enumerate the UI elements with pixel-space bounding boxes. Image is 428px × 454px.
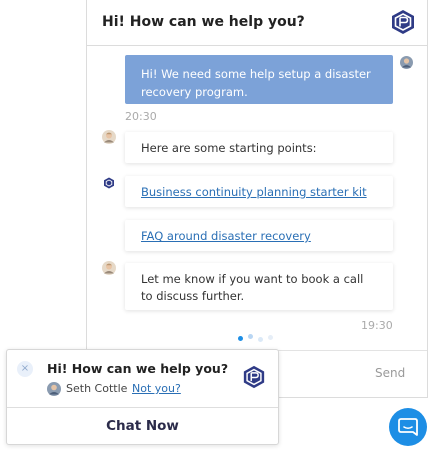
hexagon-logo-icon bbox=[392, 10, 414, 34]
chat-header: Hi! How can we help you? bbox=[87, 0, 427, 46]
teaser-title: Hi! How can we help you? bbox=[47, 361, 229, 376]
bot-message-text: Here are some starting points: bbox=[141, 141, 317, 155]
chat-title: Hi! How can we help you? bbox=[102, 14, 305, 30]
user-avatar bbox=[400, 56, 413, 69]
chat-bubble-icon bbox=[398, 418, 418, 436]
close-icon[interactable]: × bbox=[17, 361, 33, 377]
bot-link-card: FAQ around disaster recovery bbox=[125, 220, 393, 251]
agent-avatar bbox=[102, 261, 116, 275]
typing-dot bbox=[238, 336, 243, 341]
send-button[interactable]: Send bbox=[375, 366, 405, 380]
chat-launcher-button[interactable] bbox=[389, 408, 427, 446]
typing-indicator bbox=[238, 334, 278, 344]
hexagon-logo-icon bbox=[243, 365, 265, 389]
agent-avatar bbox=[47, 382, 61, 396]
typing-dot bbox=[268, 335, 273, 340]
faq-link[interactable]: FAQ around disaster recovery bbox=[141, 229, 311, 243]
hexagon-logo-icon bbox=[104, 177, 114, 189]
bot-message: Here are some starting points: bbox=[125, 132, 393, 163]
bot-message: Let me know if you want to book a call t… bbox=[125, 263, 393, 310]
user-message-timestamp: 20:30 bbox=[125, 110, 157, 123]
typing-dot bbox=[258, 337, 263, 342]
agent-name: Seth Cottle bbox=[66, 382, 128, 395]
bot-message-text: Let me know if you want to book a call t… bbox=[141, 272, 364, 303]
not-you-link[interactable]: Not you? bbox=[132, 382, 181, 395]
bot-link-card: Business continuity planning starter kit bbox=[125, 176, 393, 207]
starter-kit-link[interactable]: Business continuity planning starter kit bbox=[141, 185, 367, 199]
agent-avatar bbox=[102, 130, 116, 144]
chat-window: Hi! How can we help you? Hi! We need som… bbox=[86, 0, 428, 398]
typing-dot bbox=[248, 334, 253, 339]
chat-now-button[interactable]: Chat Now bbox=[7, 408, 278, 445]
bot-message-timestamp: 19:30 bbox=[361, 319, 393, 332]
user-message-bubble: Hi! We need some help setup a disaster r… bbox=[125, 55, 393, 104]
chat-teaser-popup: × Hi! How can we help you? Seth Cottle N… bbox=[6, 349, 279, 445]
